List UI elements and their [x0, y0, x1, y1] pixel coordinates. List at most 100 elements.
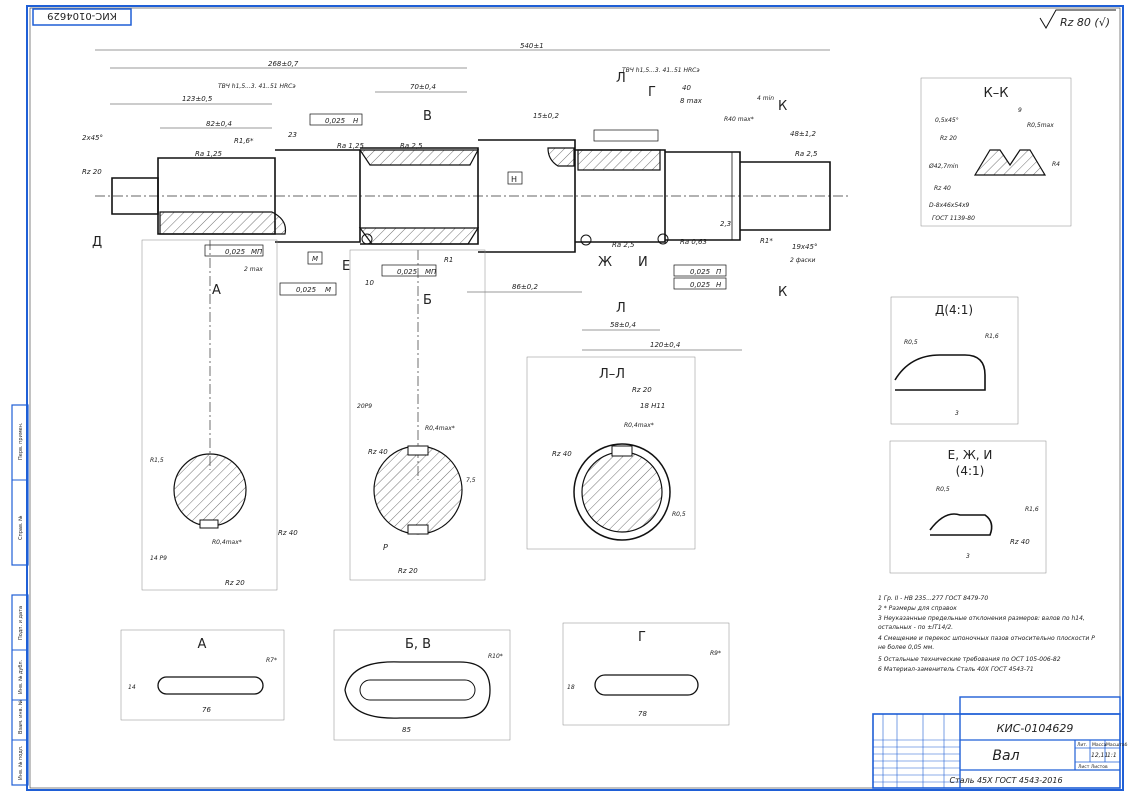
letter-d: Д: [92, 235, 102, 250]
tol-b4: 0,025: [690, 268, 711, 276]
tol-b4-base: П: [716, 268, 722, 276]
tb-col-lit: Лит.: [1077, 742, 1087, 748]
detail-ezhi: Е, Ж, И (4:1) R0,5 R1,6 3 Rz 40: [889, 440, 1047, 574]
ra-3: Ra 2,5: [400, 142, 423, 150]
dim-82: 82±0,4: [206, 120, 232, 128]
side-label-4: Инв. № дубл.: [18, 659, 24, 694]
sec-b-rz20: Rz 20: [398, 567, 418, 575]
keyway-a-76: 76: [202, 706, 211, 714]
tol-b3-base: МП: [425, 268, 437, 276]
letter-zh: Ж: [598, 255, 612, 270]
datum-m: М: [312, 255, 318, 263]
sec-ll-label: Л–Л: [599, 367, 625, 382]
letter-b: Б: [423, 293, 432, 308]
e-r05: R0,5: [936, 486, 950, 493]
kk-d427: Ø42,7min: [928, 163, 959, 170]
tb-col-mass: Масса: [1092, 742, 1107, 748]
e-r16: R1,6: [1025, 506, 1039, 513]
kk-spline: D-8х46х54х9: [929, 202, 970, 209]
drawing-sheet: КИС-0104629 Rz 80 (√) Перв. примен. Спра…: [11, 5, 1128, 791]
kk-chamfer: 0,5х45°: [935, 117, 959, 124]
tol-b2-base: М: [325, 286, 331, 294]
side-label-5: Взам. инв. №: [18, 699, 24, 734]
note-1: 1 Гр. II - НВ 235...277 ГОСТ 8479-70: [878, 595, 988, 602]
tb-mass: 12,11: [1091, 752, 1108, 759]
letter-e: Е: [342, 259, 350, 274]
sec-ll-rz40: Rz 40: [552, 450, 572, 458]
note-4b: не более 0,05 мм.: [878, 644, 934, 651]
roughness-mark: Rz 80 (√): [1039, 9, 1116, 29]
kk-rz40: Rz 40: [934, 185, 951, 192]
sec-a-rz20: Rz 20: [225, 579, 245, 587]
letter-l-bottom: Л: [616, 301, 626, 316]
sec-b-rz40: Rz 40: [368, 448, 388, 456]
detail-d-label: Д(4:1): [935, 303, 973, 317]
keyway-a-14: 14: [128, 684, 136, 691]
dim-2-3: 2,3: [720, 220, 731, 228]
sec-ll-18h11: 18 H11: [640, 402, 665, 410]
dim-4min: 4 min: [757, 95, 774, 102]
side-strip: Перв. примен. Справ. № Подп. и дата Инв.…: [11, 404, 29, 786]
note-3b: остальных - по ±IT14/2.: [878, 624, 953, 631]
ra-b2: Ra 0,63: [680, 238, 707, 246]
note-4: 4 Смещение и перекос шпоночных пазов отн…: [878, 635, 1095, 642]
kk-9: 9: [1018, 107, 1022, 114]
section-a: Rz 40 R0,4max* 14 P9 Rz 20 R1,5: [150, 453, 298, 587]
note-2: 2 * Размеры для справок: [878, 605, 957, 612]
tb-designation: КИС-0104629: [997, 722, 1074, 735]
letter-g: Г: [648, 85, 656, 100]
sec-ll-r05: R0,5: [672, 511, 686, 518]
note-3: 3 Неуказанные предельные отклонения разм…: [878, 615, 1085, 622]
sec-a-r15: R1,5: [150, 457, 164, 464]
tb-name: Вал: [992, 748, 1019, 764]
letter-k-top: К: [778, 99, 787, 114]
dim-10: 10: [365, 279, 374, 287]
dim-overall: 540±1: [520, 42, 544, 50]
note-5: 5 Остальные технические требования по ОС…: [878, 656, 1061, 663]
roughness-text: Rz 80 (√): [1060, 16, 1110, 29]
kk-r05max: R0,5max: [1027, 122, 1054, 129]
sec-a-r04: R0,4max*: [212, 539, 242, 546]
keyway-bv-label: Б, В: [405, 637, 431, 652]
keyway-bv-r10: R10*: [488, 653, 503, 660]
sec-b-r04: R0,4max*: [425, 425, 455, 432]
keyway-g-r9: R9*: [710, 650, 721, 657]
detail-ezhi-label: Е, Ж, И: [948, 448, 993, 462]
side-label-3: Подп. и дата: [18, 606, 24, 640]
view-letters: Д Е Ж И А Б В Г Л Л К К Н: [92, 71, 787, 316]
section-ll: Л–Л Rz 20 18 H11 R0,4max* Rz 40 R0,5: [526, 356, 696, 550]
dim-19x45: 19х45°: [792, 243, 817, 251]
tol-b5-base: Н: [716, 281, 722, 289]
sec-kk-label: К–К: [984, 86, 1009, 101]
top-code-text: КИС-0104629: [47, 10, 117, 21]
letter-i: И: [638, 255, 648, 270]
sec-b-20p9: 20P9: [357, 403, 372, 410]
dim-tvch-1: ТВЧ h1,5...3. 41..51 HRCэ: [218, 83, 296, 90]
top-code-box: КИС-0104629: [32, 8, 132, 26]
tol-b1-base: МП: [251, 248, 263, 256]
r40max: R40 max*: [724, 116, 754, 123]
letter-v: В: [423, 109, 432, 124]
keyway-g-18: 18: [567, 684, 575, 691]
tol-b3: 0,025: [397, 268, 418, 276]
tol-top-1-base: H: [353, 117, 359, 125]
tb-col-scale: Масштаб: [1106, 742, 1128, 748]
dim-40: 40: [682, 84, 691, 92]
kk-gost: ГОСТ 1139-80: [932, 215, 975, 222]
r1-star: R1*: [760, 237, 773, 245]
d-r16: R1,6: [985, 333, 999, 340]
letter-n: Н: [511, 175, 517, 184]
ra-b1: Ra 2,5: [612, 241, 635, 249]
tol-b2: 0,025: [296, 286, 317, 294]
keyway-a-label: А: [198, 637, 207, 652]
dim-48: 48±1,2: [790, 130, 816, 138]
tb-material: Сталь 45Х ГОСТ 4543-2016: [949, 776, 1062, 785]
dim-58: 58±0,4: [610, 321, 636, 329]
dim-70: 70±0,4: [410, 83, 436, 91]
dim-tvch-2: ТВЧ h1,5...3. 41..51 HRCэ: [622, 67, 700, 74]
ra-2: Ra 1,25: [337, 142, 365, 150]
keyway-bv: Б, В R10* 85: [333, 629, 511, 741]
letter-k-bottom: К: [778, 285, 787, 300]
dim-chamfer: 2х45°: [82, 134, 103, 142]
sec-ll-r04: R0,4max*: [624, 422, 654, 429]
